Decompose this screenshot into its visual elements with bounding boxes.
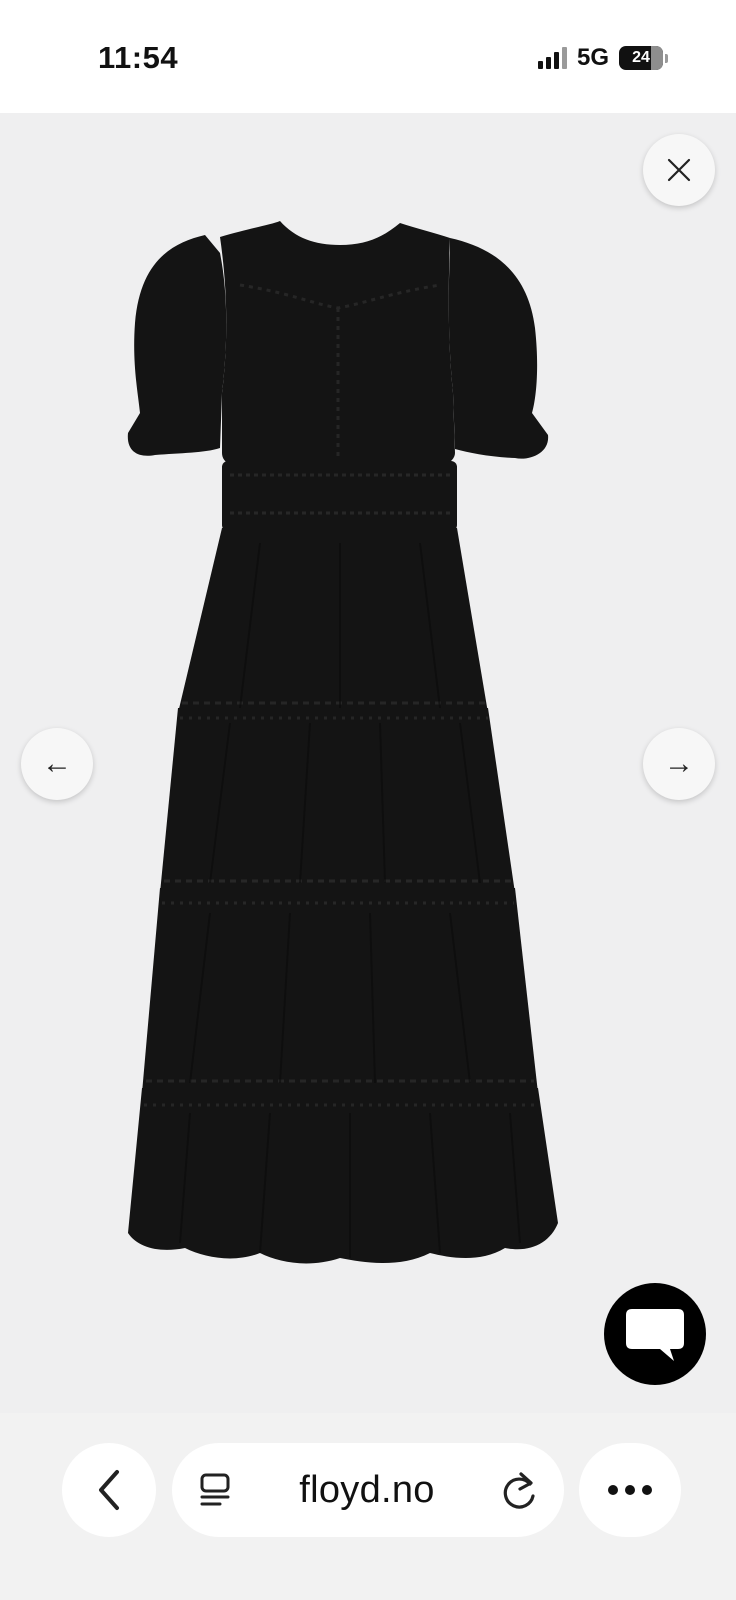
more-options-button[interactable]: [579, 1443, 681, 1537]
arrow-left-icon: ←: [42, 747, 72, 780]
network-label: 5G: [576, 44, 609, 71]
browser-toolbar: floyd.no: [0, 1413, 736, 1600]
chat-bubble-icon: [626, 1309, 684, 1361]
address-bar[interactable]: floyd.no: [172, 1443, 564, 1537]
close-button[interactable]: [643, 134, 715, 206]
signal-icon: [537, 47, 567, 69]
arrow-right-icon: →: [664, 747, 694, 780]
product-image-viewer: ← →: [0, 113, 736, 1413]
status-bar: 11:54 5G 24: [0, 0, 736, 113]
status-indicators: 5G 24: [537, 44, 668, 72]
previous-image-button[interactable]: ←: [21, 728, 93, 800]
close-icon: [667, 158, 691, 182]
chevron-left-icon: [99, 1470, 119, 1510]
chat-button[interactable]: [604, 1283, 706, 1385]
reader-icon[interactable]: [198, 1472, 234, 1508]
battery-icon: 24: [619, 46, 663, 70]
product-image: [127, 221, 558, 1264]
battery-tip: [665, 53, 668, 63]
phone-screen: 11:54 5G 24 ← → floyd.no: [0, 0, 736, 1600]
status-time: 11:54: [98, 40, 179, 75]
more-dots-icon: [608, 1485, 652, 1495]
back-button[interactable]: [62, 1443, 156, 1537]
battery-level: 24: [632, 49, 650, 66]
reload-icon[interactable]: [500, 1470, 538, 1510]
url-text: floyd.no: [299, 1468, 435, 1511]
next-image-button[interactable]: →: [643, 728, 715, 800]
